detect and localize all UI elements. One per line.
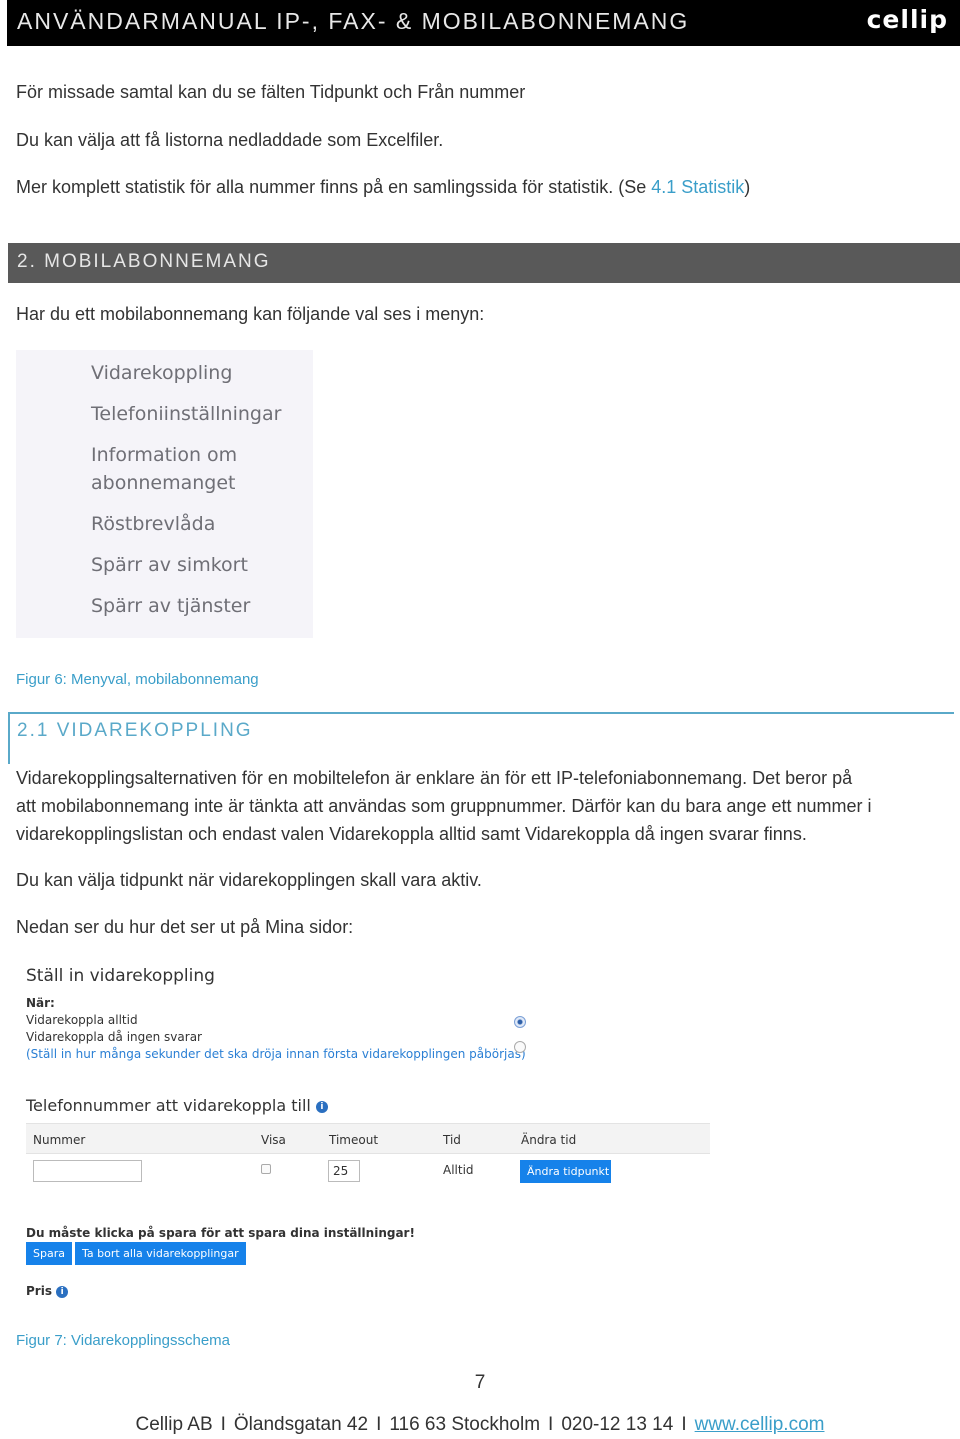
nummer-input[interactable] xyxy=(33,1160,142,1182)
info-icon[interactable]: i xyxy=(315,1100,328,1113)
column-header-visa: Visa xyxy=(261,1133,286,1147)
andra-tidpunkt-button[interactable]: Ändra tidpunkt xyxy=(520,1160,611,1183)
save-button[interactable]: Spara xyxy=(26,1242,72,1265)
paragraph-line: Vidarekopplingsalternativen för en mobil… xyxy=(16,768,853,788)
radio-forward-no-answer[interactable] xyxy=(514,1041,526,1053)
statistik-link[interactable]: 4.1 Statistik xyxy=(651,177,744,197)
figure-6-caption: Figur 6: Menyval, mobilabonnemang xyxy=(16,671,259,688)
footer-separator: I xyxy=(681,1414,687,1435)
subsection-left-rule xyxy=(8,712,10,764)
column-header-andra-tid: Ändra tid xyxy=(521,1133,577,1147)
footer-company: Cellip AB xyxy=(135,1414,213,1435)
option-always-label: Vidarekoppla alltid xyxy=(26,1013,138,1027)
intro-paragraph-3: Mer komplett statistik för alla nummer f… xyxy=(16,177,750,198)
figure-7-caption: Figur 7: Vidarekopplingsschema xyxy=(16,1332,231,1349)
menu-item-rostbrevlada[interactable]: Röstbrevlåda xyxy=(91,510,215,538)
column-header-timeout: Timeout xyxy=(329,1133,379,1147)
table-row: Alltid Ändra tidpunkt xyxy=(26,1154,710,1188)
intro-paragraph-3-suffix: ) xyxy=(744,177,751,197)
footer-street: Ölandsgatan 42 xyxy=(233,1414,369,1435)
section-heading-mobilabonnemang: 2. MOBILABONNEMANG xyxy=(8,243,960,283)
intro-paragraph-3-text: Mer komplett statistik för alla nummer f… xyxy=(16,177,652,197)
menu-item-sparr-av-simkort[interactable]: Spärr av simkort xyxy=(91,551,248,579)
price-section: Pris i xyxy=(26,1284,69,1298)
menu-item-information-om-abonnemanget-line1[interactable]: Information om xyxy=(91,441,237,469)
section21-paragraph-3: Nedan ser du hur det ser ut på Mina sido… xyxy=(16,917,354,937)
column-header-nummer: Nummer xyxy=(33,1133,86,1147)
document-header: ANVÄNDARMANUAL IP-, FAX- & MOBILABONNEMA… xyxy=(7,0,960,46)
column-header-tid: Tid xyxy=(443,1133,461,1147)
forward-numbers-title: Telefonnummer att vidarekoppla till i xyxy=(26,1096,328,1115)
footer-separator: I xyxy=(376,1414,382,1435)
option-no-answer-label: Vidarekoppla då ingen svarar xyxy=(26,1030,202,1044)
footer-website-link[interactable]: www.cellip.com xyxy=(695,1414,825,1435)
tid-value: Alltid xyxy=(443,1163,474,1177)
save-notice: Du måste klicka på spara för att spara d… xyxy=(26,1226,415,1240)
cellip-logo: cellip xyxy=(866,5,948,34)
timeout-hint: (Ställ in hur många sekunder det ska drö… xyxy=(26,1047,526,1061)
visa-checkbox[interactable] xyxy=(261,1164,271,1174)
paragraph-line: vidarekopplingslistan och endast valen V… xyxy=(16,824,807,844)
when-label: När: xyxy=(26,996,55,1010)
timeout-input[interactable] xyxy=(328,1160,360,1182)
section21-paragraph-2: Du kan välja tidpunkt när vidarekoppling… xyxy=(16,870,482,890)
mobile-menu-figure: Vidarekoppling Telefoniinställningar Inf… xyxy=(16,350,313,638)
forward-table-header: Nummer Visa Timeout Tid Ändra tid xyxy=(26,1123,710,1154)
footer-separator: I xyxy=(548,1414,554,1435)
document-title: ANVÄNDARMANUAL IP-, FAX- & MOBILABONNEMA… xyxy=(17,8,690,34)
footer-phone: 020-12 13 14 xyxy=(561,1414,674,1435)
forward-numbers-title-text: Telefonnummer att vidarekoppla till xyxy=(26,1096,311,1115)
menu-item-information-om-abonnemanget-line2[interactable]: abonnemanget xyxy=(91,469,236,497)
radio-forward-always[interactable] xyxy=(514,1016,526,1028)
price-label: Pris xyxy=(26,1284,52,1298)
footer-separator: I xyxy=(220,1414,226,1435)
menu-item-sparr-av-tjanster[interactable]: Spärr av tjänster xyxy=(91,592,250,620)
forwarding-form-title: Ställ in vidarekoppling xyxy=(26,966,215,986)
intro-paragraph-1: För missade samtal kan du se fälten Tidp… xyxy=(16,82,526,102)
subsection-top-rule xyxy=(8,712,954,714)
intro-paragraph-2: Du kan välja att få listorna nedladdade … xyxy=(16,130,444,150)
paragraph-line: att mobilabonnemang inte är tänkta att a… xyxy=(16,796,872,816)
menu-item-vidarekoppling[interactable]: Vidarekoppling xyxy=(91,359,232,387)
section21-paragraph-1: Vidarekopplingsalternativen för en mobil… xyxy=(16,764,951,848)
section2-intro: Har du ett mobilabonnemang kan följande … xyxy=(16,304,485,324)
menu-item-telefoniinstallningar[interactable]: Telefoniinställningar xyxy=(91,400,281,428)
footer-address: Cellip AB I Ölandsgatan 42 I 116 63 Stockhol… xyxy=(0,1414,960,1436)
subsection-heading-vidarekoppling: 2.1 VIDAREKOPPLING xyxy=(17,720,253,741)
remove-all-forwards-button[interactable]: Ta bort alla vidarekopplingar xyxy=(75,1242,246,1265)
section-heading-text: 2. MOBILABONNEMANG xyxy=(17,251,271,272)
price-info-icon[interactable]: i xyxy=(56,1285,69,1298)
page-number: 7 xyxy=(474,1372,486,1393)
footer-city: 116 63 Stockholm xyxy=(389,1414,541,1435)
